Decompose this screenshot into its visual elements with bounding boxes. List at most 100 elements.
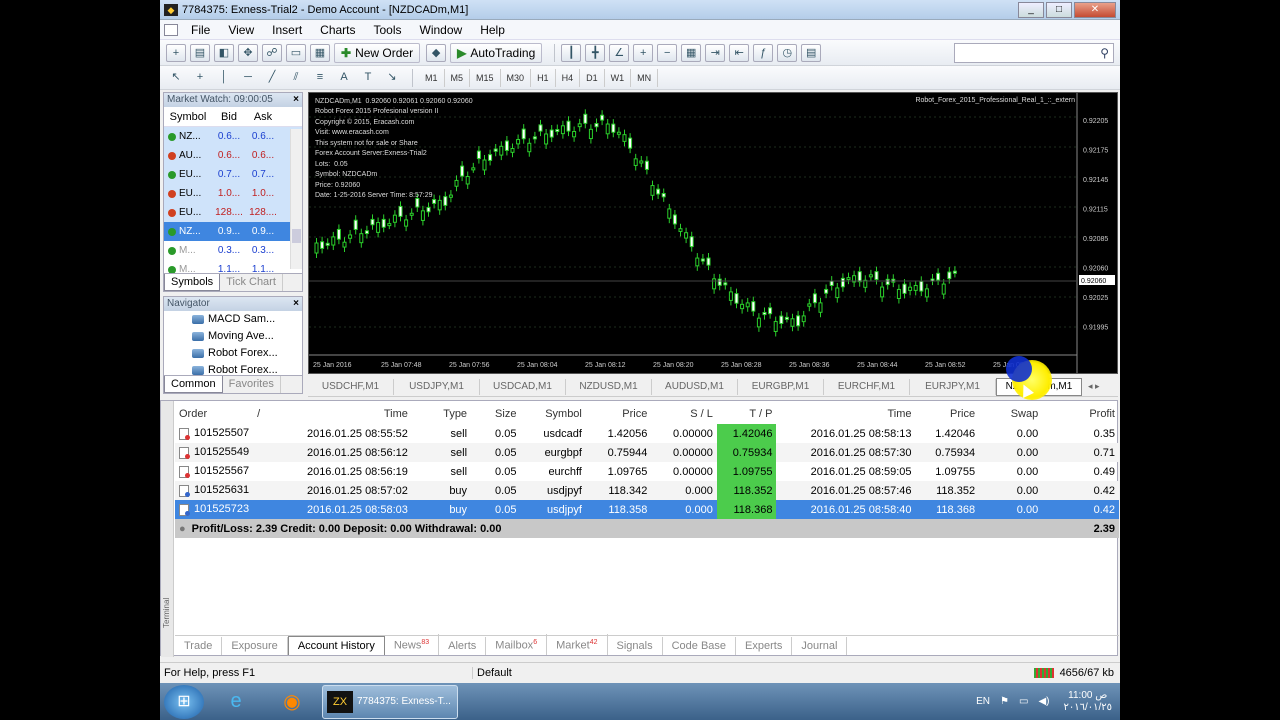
navigator-item[interactable]: Robot Forex... (164, 345, 302, 362)
menu-view[interactable]: View (219, 23, 263, 37)
tab-scroll-arrows-icon[interactable]: ◂ ▸ (1088, 381, 1100, 392)
col-open-time[interactable]: Time (292, 404, 412, 424)
title-bar[interactable]: ◆ 7784375: Exness-Trial2 - Demo Account … (160, 0, 1120, 20)
menu-help[interactable]: Help (471, 23, 514, 37)
terminal-tab[interactable]: Signals (608, 637, 663, 655)
chart-shift-icon[interactable]: ⇥ (705, 43, 726, 62)
periods-icon[interactable]: ◷ (777, 43, 798, 62)
market-watch-row[interactable]: AU... 0.6... 0.6... (164, 146, 302, 165)
channel-icon[interactable]: ⫽ (286, 69, 306, 87)
navigator-item[interactable]: Moving Ave... (164, 328, 302, 345)
bar-chart-icon[interactable]: ┃ (561, 43, 582, 62)
col-price[interactable]: Price (586, 404, 651, 424)
arrows-icon[interactable]: ↘ (382, 69, 402, 87)
market-watch-row[interactable]: NZ... 0.9... 0.9... (164, 222, 302, 241)
column-ask[interactable]: Ask (246, 111, 280, 123)
text-icon[interactable]: A (334, 69, 354, 87)
vertical-line-icon[interactable]: │ (214, 69, 234, 87)
line-chart-icon[interactable]: ∠ (609, 43, 630, 62)
timeframe-m1[interactable]: M1 (419, 68, 445, 87)
language-indicator[interactable]: EN (976, 696, 990, 707)
terminal-tab[interactable]: Alerts (439, 637, 487, 655)
autoscroll-icon[interactable]: ⇤ (729, 43, 750, 62)
terminal-tab[interactable]: Mailbox6 (486, 634, 548, 655)
timeframe-m5[interactable]: M5 (445, 68, 471, 87)
col-tp[interactable]: T / P (717, 404, 777, 424)
close-button[interactable]: ✕ (1074, 1, 1116, 18)
metaeditor-icon[interactable]: ◆ (426, 43, 447, 62)
start-button[interactable]: ⊞ (164, 684, 204, 719)
zoom-in-icon[interactable]: + (633, 43, 654, 62)
chart-tab[interactable]: USDCHF,M1 (308, 378, 394, 395)
scrollbar[interactable] (290, 129, 302, 269)
tab-symbols[interactable]: Symbols (164, 274, 221, 291)
indicators-icon[interactable]: ƒ (753, 43, 774, 62)
maximize-button[interactable]: □ (1046, 1, 1072, 18)
market-watch-row[interactable]: EU... 1.0... 1.0... (164, 184, 302, 203)
new-chart-icon[interactable]: + (166, 43, 186, 62)
menu-file[interactable]: File (182, 23, 219, 37)
volume-icon[interactable]: ◀) (1038, 696, 1049, 707)
clock[interactable]: 11:00 ص ٢٠١٦/٠١/٢٥ (1063, 690, 1112, 714)
col-sl[interactable]: S / L (651, 404, 716, 424)
flag-icon[interactable]: ⚑ (1000, 696, 1009, 707)
navigator-item[interactable]: MACD Sam... (164, 311, 302, 328)
zoom-out-icon[interactable]: − (657, 43, 678, 62)
trendline-icon[interactable]: ╱ (262, 69, 282, 87)
col-type[interactable]: Type (412, 404, 471, 424)
taskbar-mt4[interactable]: ZX 7784375: Exness-T... (322, 684, 458, 719)
timeframe-w1[interactable]: W1 (605, 68, 632, 87)
menu-window[interactable]: Window (411, 23, 472, 37)
cursor-icon[interactable]: ↖ (166, 69, 186, 87)
fibonacci-icon[interactable]: ≡ (310, 69, 330, 87)
table-row[interactable]: 101525567 2016.01.25 08:56:19 sell 0.05 eurc… (175, 462, 1119, 481)
terminal-icon[interactable]: ▭ (286, 43, 306, 62)
close-icon[interactable]: × (293, 297, 299, 311)
chart-tab[interactable]: USDCAD,M1 (480, 378, 566, 395)
timeframe-m15[interactable]: M15 (470, 68, 501, 87)
crosshair-icon[interactable]: + (190, 69, 210, 87)
chart-tab[interactable]: EURCHF,M1 (824, 378, 910, 395)
table-row[interactable]: 101525723 2016.01.25 08:58:03 buy 0.05 usdjp… (175, 500, 1119, 519)
tester-icon[interactable]: ▦ (310, 43, 330, 62)
timeframe-d1[interactable]: D1 (580, 68, 605, 87)
candlestick-icon[interactable]: ╋ (585, 43, 606, 62)
terminal-tab[interactable]: Market42 (547, 634, 608, 655)
tab-tick-chart[interactable]: Tick Chart (220, 274, 283, 291)
chart-tab[interactable]: USDJPY,M1 (394, 378, 480, 395)
col-close-time[interactable]: Time (776, 404, 915, 424)
timeframe-mn[interactable]: MN (631, 68, 659, 87)
navigator-icon[interactable]: ☍ (262, 43, 282, 62)
ie-icon[interactable]: e (210, 685, 262, 719)
network-icon[interactable]: ▭ (1019, 696, 1028, 707)
tab-favorites[interactable]: Favorites (223, 376, 281, 393)
templates-icon[interactable]: ▤ (801, 43, 822, 62)
menu-tools[interactable]: Tools (365, 23, 411, 37)
col-symbol[interactable]: Symbol (520, 404, 585, 424)
horizontal-line-icon[interactable]: ─ (238, 69, 258, 87)
column-bid[interactable]: Bid (212, 111, 246, 123)
profiles-icon[interactable]: ▤ (190, 43, 210, 62)
terminal-tab[interactable]: Experts (736, 637, 793, 655)
timeframe-h1[interactable]: H1 (531, 68, 556, 87)
col-size[interactable]: Size (471, 404, 520, 424)
chart-tab[interactable]: EURGBP,M1 (738, 378, 824, 395)
table-row[interactable]: 101525631 2016.01.25 08:57:02 buy 0.05 usdjp… (175, 481, 1119, 500)
tab-common[interactable]: Common (164, 376, 223, 393)
timeframe-h4[interactable]: H4 (556, 68, 581, 87)
text-label-icon[interactable]: T (358, 69, 378, 87)
terminal-tab[interactable]: Code Base (663, 637, 737, 655)
chart-tab[interactable]: NZDUSD,M1 (566, 378, 652, 395)
document-icon[interactable] (164, 23, 178, 36)
col-sort[interactable]: / (253, 404, 292, 424)
table-row[interactable]: 101525549 2016.01.25 08:56:12 sell 0.05 eurg… (175, 443, 1119, 462)
terminal-tab[interactable]: Exposure (222, 637, 288, 655)
col-swap[interactable]: Swap (979, 404, 1042, 424)
price-chart[interactable]: 0.92205 0.92175 0.92145 0.92115 0.92085 0.920… (308, 92, 1118, 374)
search-input[interactable]: ⚲ (954, 42, 1114, 63)
market-watch-row[interactable]: EU... 128.... 128.... (164, 203, 302, 222)
terminal-tab[interactable]: Trade (175, 637, 223, 655)
terminal-tab[interactable]: News83 (385, 634, 440, 655)
market-watch-icon[interactable]: ◧ (214, 43, 234, 62)
close-icon[interactable]: × (293, 93, 299, 107)
